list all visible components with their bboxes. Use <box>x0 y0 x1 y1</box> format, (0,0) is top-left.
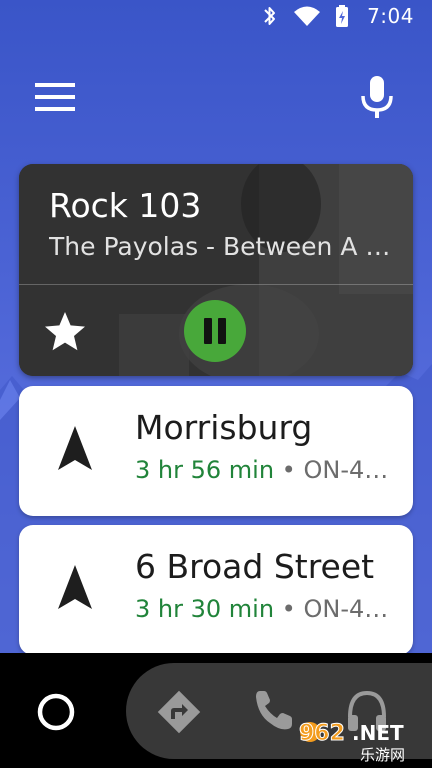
separator: • <box>281 595 296 623</box>
route-name: ON-4… <box>303 456 389 484</box>
phone-icon[interactable] <box>250 687 296 733</box>
svg-text:.NET: .NET <box>352 721 404 745</box>
battery-icon <box>335 4 349 28</box>
route-name: ON-4… <box>303 595 389 623</box>
nav-suggestion-card[interactable]: Morrisburg 3 hr 56 min • ON-4… <box>19 386 413 516</box>
clock: 7:04 <box>367 4 414 28</box>
now-playing: The Payolas - Between A … <box>49 232 389 261</box>
navigation-arrow-icon <box>58 426 92 470</box>
directions-icon[interactable] <box>156 689 202 735</box>
bluetooth-icon <box>261 4 279 28</box>
android-auto-screen: 7:04 Rock 103 The Payolas - Between A … <box>0 0 432 768</box>
route-info: 3 hr 56 min • ON-4… <box>135 456 405 484</box>
media-card[interactable]: Rock 103 The Payolas - Between A … <box>19 164 413 376</box>
nav-suggestion-card[interactable]: 6 Broad Street 3 hr 30 min • ON-4… <box>19 525 413 655</box>
svg-text:962: 962 <box>299 721 345 746</box>
destination-name: Morrisburg <box>135 408 313 447</box>
separator: • <box>281 456 296 484</box>
destination-name: 6 Broad Street <box>135 547 375 586</box>
status-bar: 7:04 <box>0 0 432 32</box>
microphone-icon[interactable] <box>354 74 400 120</box>
svg-text:乐游网: 乐游网 <box>360 746 405 764</box>
route-info: 3 hr 30 min • ON-4… <box>135 595 405 623</box>
eta: 3 hr 30 min <box>135 595 275 623</box>
navigation-arrow-icon <box>58 565 92 609</box>
site-watermark-logo: 962 .NET 乐游网 <box>299 721 406 765</box>
menu-icon[interactable] <box>34 80 76 114</box>
eta: 3 hr 56 min <box>135 456 275 484</box>
pause-button[interactable] <box>184 300 246 362</box>
pause-icon <box>204 318 226 344</box>
media-divider <box>19 284 413 285</box>
home-circle-icon[interactable] <box>36 692 76 732</box>
station-name: Rock 103 <box>49 186 202 225</box>
star-icon[interactable] <box>43 310 87 354</box>
wifi-icon <box>293 5 321 27</box>
